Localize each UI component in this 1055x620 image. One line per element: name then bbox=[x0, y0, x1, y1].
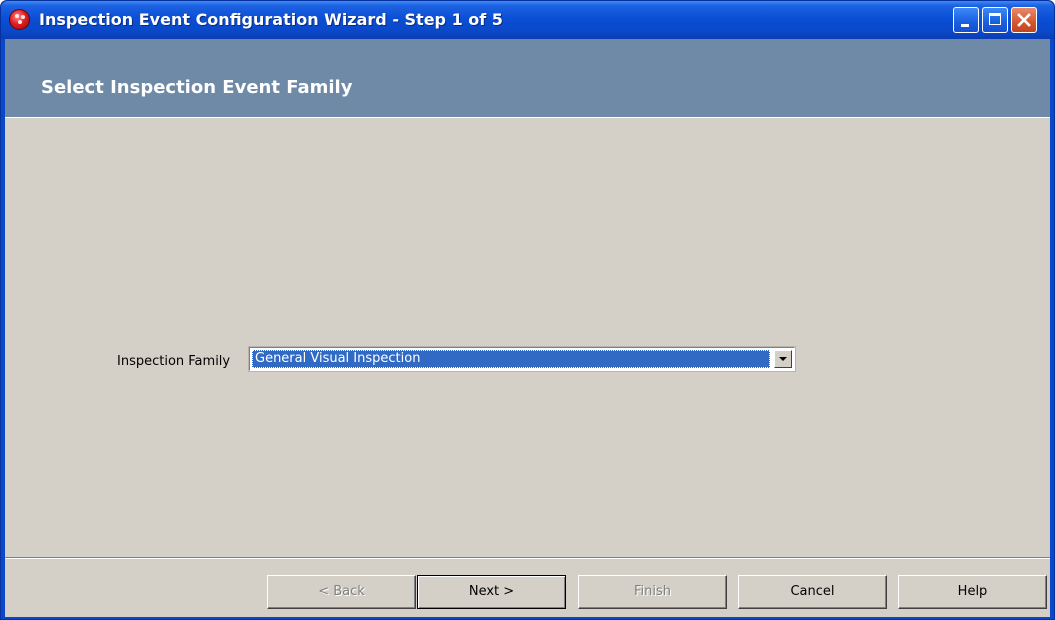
step-title: Select Inspection Event Family bbox=[41, 77, 353, 98]
close-button[interactable] bbox=[1011, 7, 1037, 33]
inspection-family-dropdown[interactable]: General Visual Inspection bbox=[248, 346, 796, 372]
wizard-body: Inspection Family General Visual Inspect… bbox=[5, 118, 1050, 557]
close-icon bbox=[1017, 13, 1031, 27]
help-button[interactable]: Help bbox=[898, 575, 1047, 609]
maximize-icon bbox=[989, 13, 1001, 25]
inspection-family-selected-value[interactable]: General Visual Inspection bbox=[252, 350, 770, 368]
window-title: Inspection Event Configuration Wizard - … bbox=[39, 10, 503, 29]
finish-button[interactable]: Finish bbox=[578, 575, 727, 609]
title-bar[interactable]: Inspection Event Configuration Wizard - … bbox=[1, 1, 1054, 39]
dropdown-arrow-button[interactable] bbox=[774, 350, 792, 368]
cancel-button[interactable]: Cancel bbox=[738, 575, 887, 609]
wizard-window: Inspection Event Configuration Wizard - … bbox=[0, 0, 1055, 620]
chevron-down-icon bbox=[779, 357, 787, 361]
app-icon[interactable] bbox=[9, 9, 30, 30]
inspection-family-label: Inspection Family bbox=[117, 354, 231, 369]
wizard-header: Select Inspection Event Family bbox=[5, 39, 1050, 118]
next-button[interactable]: Next > bbox=[417, 575, 566, 609]
minimize-icon bbox=[961, 24, 969, 27]
maximize-button[interactable] bbox=[982, 7, 1008, 33]
minimize-button[interactable] bbox=[953, 7, 979, 33]
wizard-client-area: Select Inspection Event Family Inspectio… bbox=[5, 39, 1050, 617]
wizard-footer: < Back Next > Finish Cancel Help bbox=[5, 559, 1050, 617]
back-button[interactable]: < Back bbox=[267, 575, 416, 609]
